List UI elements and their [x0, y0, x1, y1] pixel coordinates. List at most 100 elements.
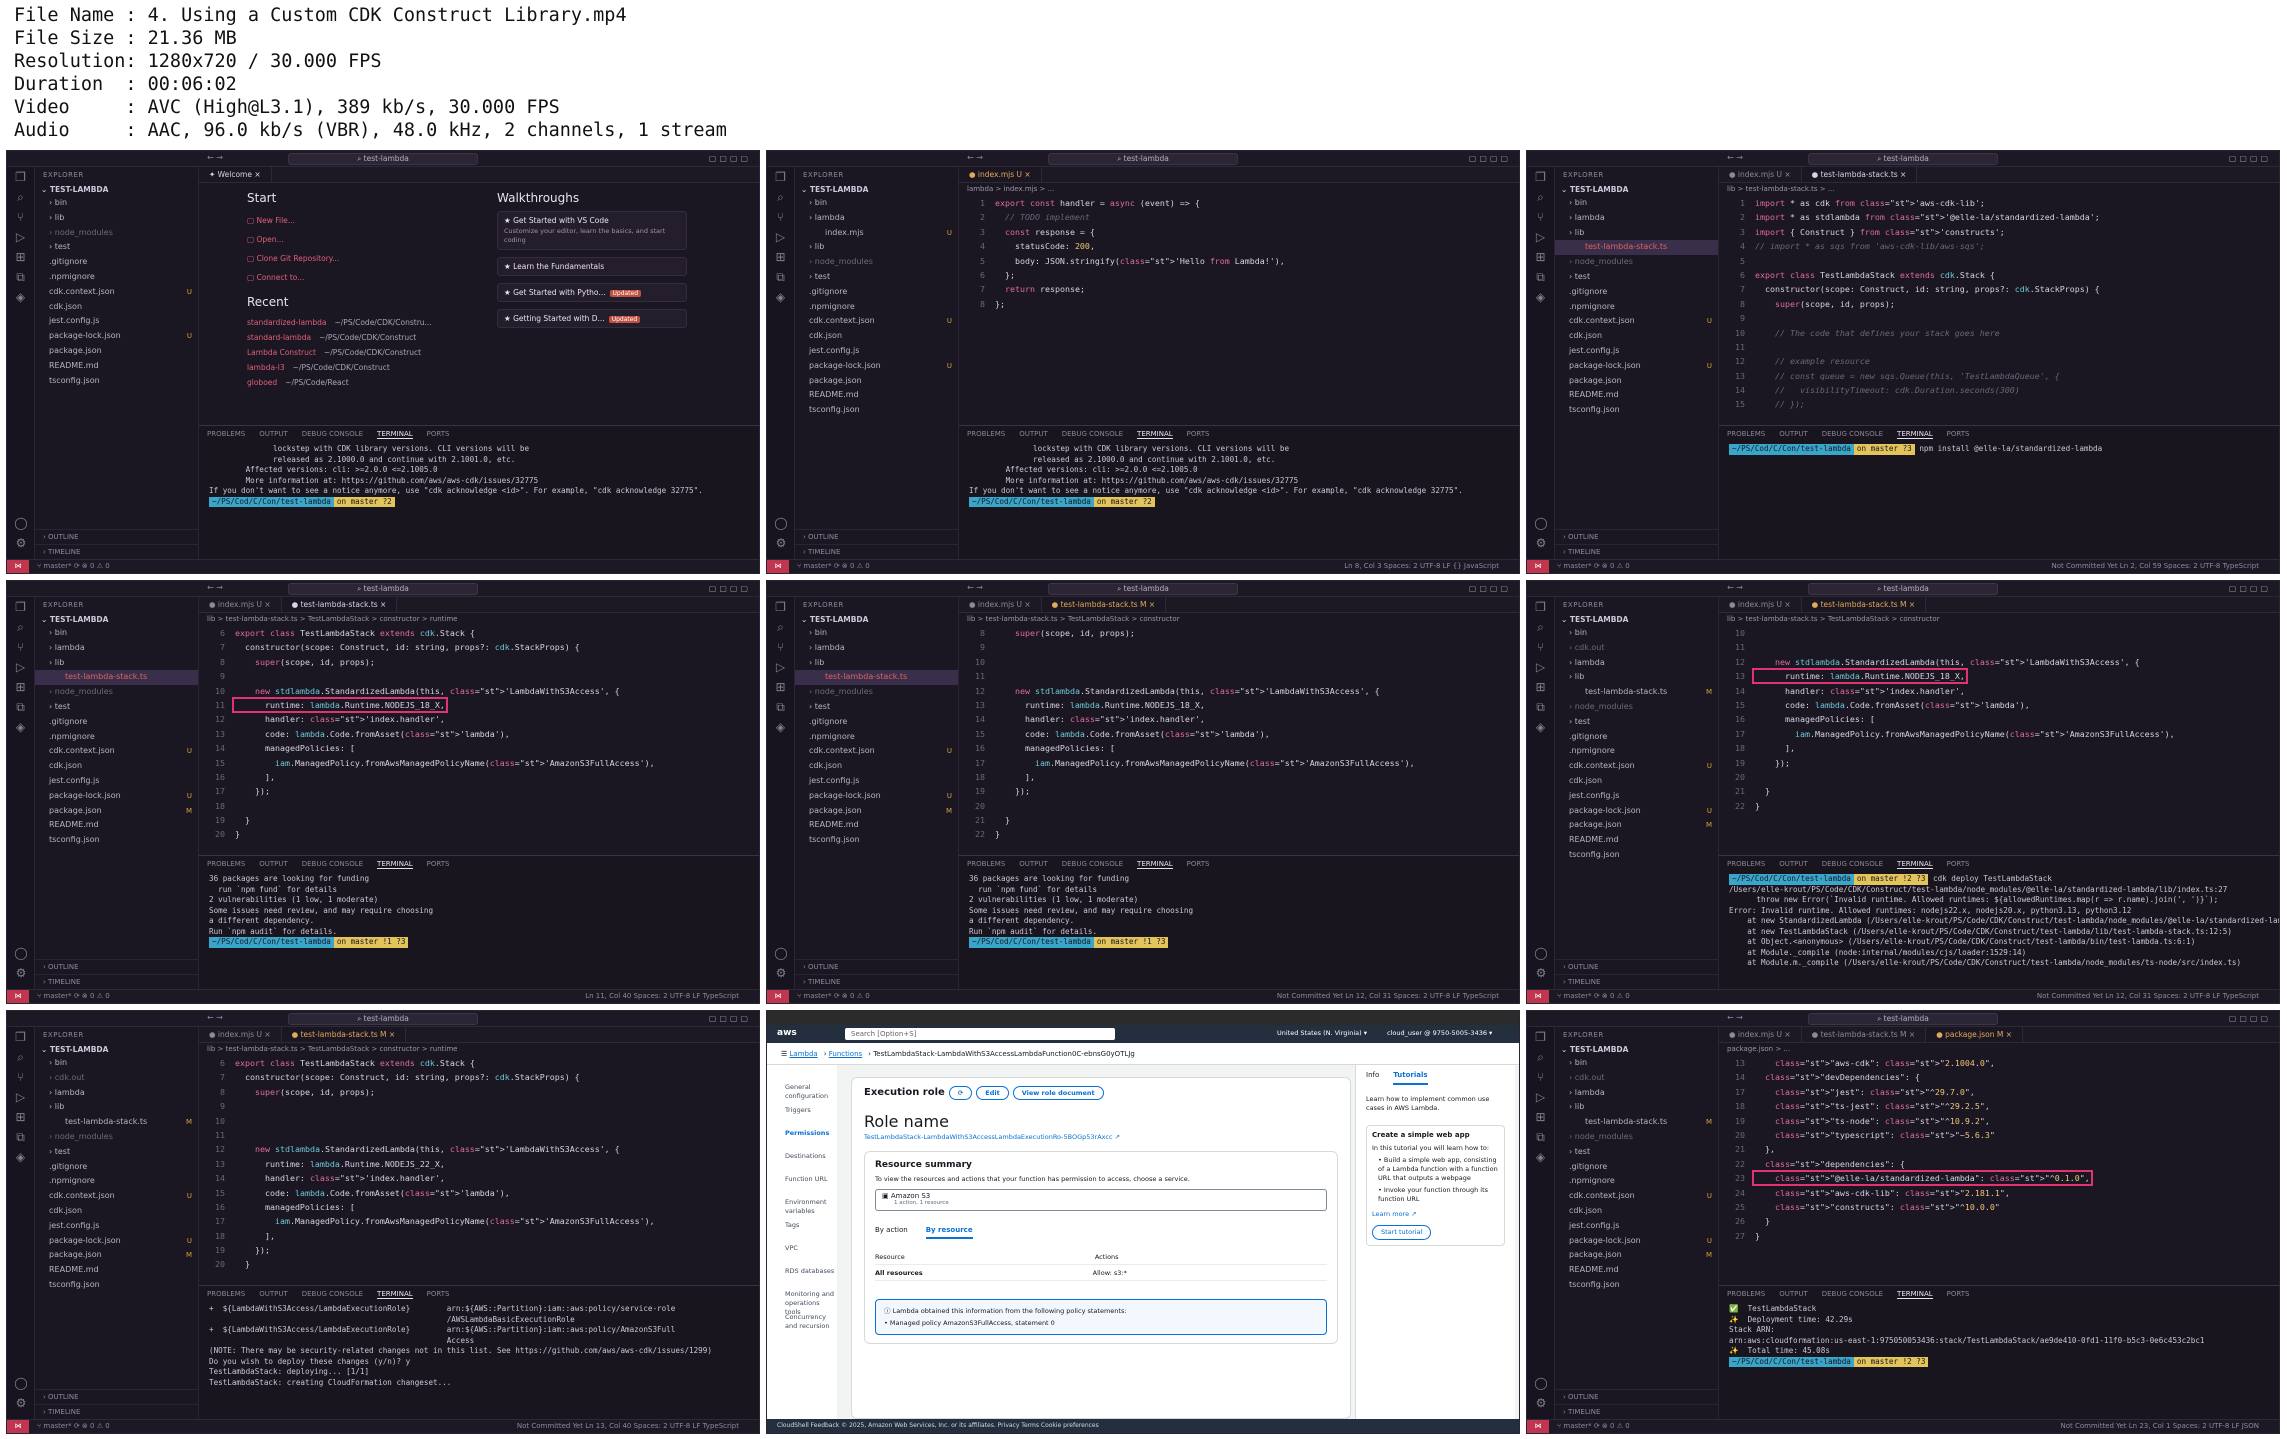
code-text[interactable]: handler: class="st">'index.handler', — [1755, 686, 1965, 696]
nav-arrows[interactable]: ← → — [1727, 153, 1743, 162]
code-text[interactable]: } — [235, 1259, 250, 1269]
code-text[interactable]: ], — [235, 1231, 275, 1241]
panel-tab[interactable]: PORTS — [427, 860, 450, 868]
file-tree-item[interactable]: .npmignore — [35, 1174, 198, 1189]
command-center-search[interactable]: ⌕ test-lambda — [1808, 583, 1998, 595]
project-folder[interactable]: ⌄ TEST-LAMBDA — [795, 613, 958, 626]
config-nav-item[interactable]: Environment variables — [785, 1198, 837, 1221]
file-tree-item[interactable]: cdk.context.json U — [35, 1189, 198, 1204]
tab-by-action[interactable]: By action — [875, 1226, 908, 1237]
config-nav-item[interactable]: RDS databases — [785, 1267, 837, 1290]
panel-tab[interactable]: TERMINAL — [377, 430, 413, 439]
recent-item[interactable]: standardized-lambda ~/PS/Code/CDK/Constru… — [247, 315, 477, 330]
menu-icon[interactable]: ☰ — [781, 1050, 790, 1058]
code-text[interactable]: class="st">"typescript": class="st">"~5.… — [1755, 1130, 1995, 1140]
code-text[interactable]: managedPolicies: [ — [995, 743, 1115, 753]
file-tree-item[interactable]: README.md — [1555, 388, 1718, 403]
file-tree-item[interactable]: cdk.context.json U — [1555, 314, 1718, 329]
file-tree-item[interactable]: cdk.context.json U — [1555, 1189, 1718, 1204]
file-tree-item[interactable]: test-lambda-stack.ts — [795, 670, 958, 686]
panel-tab[interactable]: PORTS — [1947, 430, 1970, 438]
editor-tab[interactable]: ● index.mjs U × — [199, 597, 282, 612]
file-tree-item[interactable]: README.md — [795, 388, 958, 403]
file-tree-item[interactable]: README.md — [35, 359, 198, 374]
code-text[interactable]: class="st">"ts-jest": class="st">"^29.2.… — [1755, 1101, 1990, 1111]
file-tree-item[interactable]: package.json M — [795, 804, 958, 819]
file-tree-item[interactable]: › node_modules — [1555, 1130, 1718, 1145]
remote-indicator-icon[interactable]: ⋈ — [7, 1420, 29, 1433]
config-nav-item[interactable]: Destinations — [785, 1152, 837, 1175]
code-text[interactable]: runtime: lambda.Runtime.NODEJS_18_X, — [995, 700, 1205, 710]
explorer-icon[interactable]: ❐ — [7, 167, 34, 187]
config-nav-item[interactable]: Concurrency and recursion — [785, 1313, 837, 1336]
code-text[interactable]: }); — [1755, 758, 1790, 768]
panel-tab[interactable]: OUTPUT — [1779, 1290, 1808, 1298]
remote-indicator-icon[interactable]: ⋈ — [1527, 560, 1549, 573]
view-role-document-button[interactable]: View role document — [1012, 1086, 1104, 1100]
walkthrough-card[interactable]: ★ Get Started with VS Code Customize your… — [497, 211, 687, 250]
file-tree-item[interactable]: package.json — [35, 344, 198, 359]
account-icon[interactable]: ◯ — [767, 513, 795, 533]
file-tree-item[interactable]: › lambda — [1555, 656, 1718, 671]
docker-icon[interactable]: ◈ — [767, 287, 794, 307]
code-text[interactable]: handler: class="st">'index.handler', — [235, 714, 445, 724]
run-debug-icon[interactable]: ▷ — [767, 227, 794, 247]
file-tree-item[interactable]: .npmignore — [1555, 744, 1718, 759]
layout-controls[interactable]: ▢▢▢▢ — [709, 154, 751, 163]
file-tree-item[interactable]: › lib — [35, 1100, 198, 1115]
git-branch-status[interactable]: ⑂ master* ⟳ ⊗ 0 ⚠ 0 — [1557, 562, 1630, 570]
search-icon[interactable]: ⌕ — [1527, 617, 1554, 637]
editor-tab[interactable]: ● index.mjs U × — [1719, 167, 1802, 182]
explorer-icon[interactable]: ❐ — [1527, 1027, 1554, 1047]
panel-tab[interactable]: OUTPUT — [259, 430, 288, 438]
code-text[interactable]: return response; — [995, 284, 1085, 294]
file-tree-item[interactable]: .npmignore — [795, 300, 958, 315]
editor-tab[interactable]: ● index.mjs U × — [199, 1027, 282, 1042]
project-folder[interactable]: ⌄ TEST-LAMBDA — [1555, 613, 1718, 626]
recent-item[interactable]: globoed ~/PS/Code/React — [247, 375, 477, 390]
code-text[interactable]: import * as cdk from class="st">'aws-cdk… — [1755, 198, 1985, 208]
run-debug-icon[interactable]: ▷ — [1527, 1087, 1554, 1107]
file-tree-item[interactable]: tsconfig.json — [1555, 403, 1718, 418]
outline-section[interactable]: › OUTLINE — [1555, 959, 1718, 974]
docker-icon[interactable]: ◈ — [1527, 287, 1554, 307]
file-tree-item[interactable]: package-lock.json U — [1555, 804, 1718, 819]
file-tree-item[interactable]: jest.config.js — [35, 774, 198, 789]
file-tree-item[interactable]: cdk.json — [1555, 774, 1718, 789]
file-tree-item[interactable]: tsconfig.json — [795, 833, 958, 848]
search-icon[interactable]: ⌕ — [767, 617, 794, 637]
docker-icon[interactable]: ◈ — [767, 717, 794, 737]
panel-tab[interactable]: PORTS — [427, 430, 450, 438]
terminal-output[interactable]: ✅ TestLambdaStack ✨ Deployment time: 42.2… — [1719, 1302, 2279, 1369]
role-name-link[interactable]: TestLambdaStack-LambdaWithS3AccessLambda… — [864, 1133, 1338, 1141]
command-center-search[interactable]: ⌕ test-lambda — [1048, 583, 1238, 595]
remote-indicator-icon[interactable]: ⋈ — [7, 560, 29, 573]
outline-section[interactable]: › OUTLINE — [795, 959, 958, 974]
file-tree-item[interactable]: › node_modules — [35, 1130, 198, 1145]
file-tree-item[interactable]: tsconfig.json — [35, 833, 198, 848]
file-tree-item[interactable]: .gitignore — [35, 255, 198, 270]
extensions-icon[interactable]: ⊞ — [1527, 677, 1554, 697]
recent-item[interactable]: lambda-l3 ~/PS/Code/CDK/Construct — [247, 360, 477, 375]
editor-tab[interactable]: ● index.mjs U × — [1719, 1027, 1802, 1042]
editor-tab[interactable]: ● test-lambda-stack.ts M × — [281, 1027, 407, 1042]
code-text[interactable]: iam.ManagedPolicy.fromAwsManagedPolicyNa… — [1755, 729, 2175, 739]
remote-icon[interactable]: ⧉ — [7, 1127, 34, 1147]
aws-search-input[interactable]: Search [Option+S] — [845, 1028, 1115, 1040]
nav-arrows[interactable]: ← → — [207, 1013, 223, 1022]
code-text[interactable]: managedPolicies: [ — [235, 1202, 355, 1212]
code-text[interactable]: }, — [1755, 1144, 1775, 1154]
file-tree-item[interactable]: › node_modules — [795, 685, 958, 700]
config-nav-item[interactable]: Triggers — [785, 1106, 837, 1129]
file-tree-item[interactable]: › bin — [795, 196, 958, 211]
command-center-search[interactable]: ⌕ test-lambda — [288, 153, 478, 165]
code-text[interactable]: }; — [995, 270, 1015, 280]
code-text[interactable]: new stdlambda.StandardizedLambda(this, c… — [995, 686, 1380, 696]
explorer-icon[interactable]: ❐ — [1527, 597, 1554, 617]
recent-item[interactable]: Lambda Construct ~/PS/Code/CDK/Construct — [247, 345, 477, 360]
code-text[interactable]: code: lambda.Code.fromAsset(class="st">'… — [1755, 700, 2030, 710]
project-folder[interactable]: ⌄ TEST-LAMBDA — [795, 183, 958, 196]
panel-tab[interactable]: PROBLEMS — [207, 860, 245, 868]
code-text[interactable]: new stdlambda.StandardizedLambda(this, c… — [235, 686, 620, 696]
file-tree-item[interactable]: .npmignore — [1555, 1174, 1718, 1189]
